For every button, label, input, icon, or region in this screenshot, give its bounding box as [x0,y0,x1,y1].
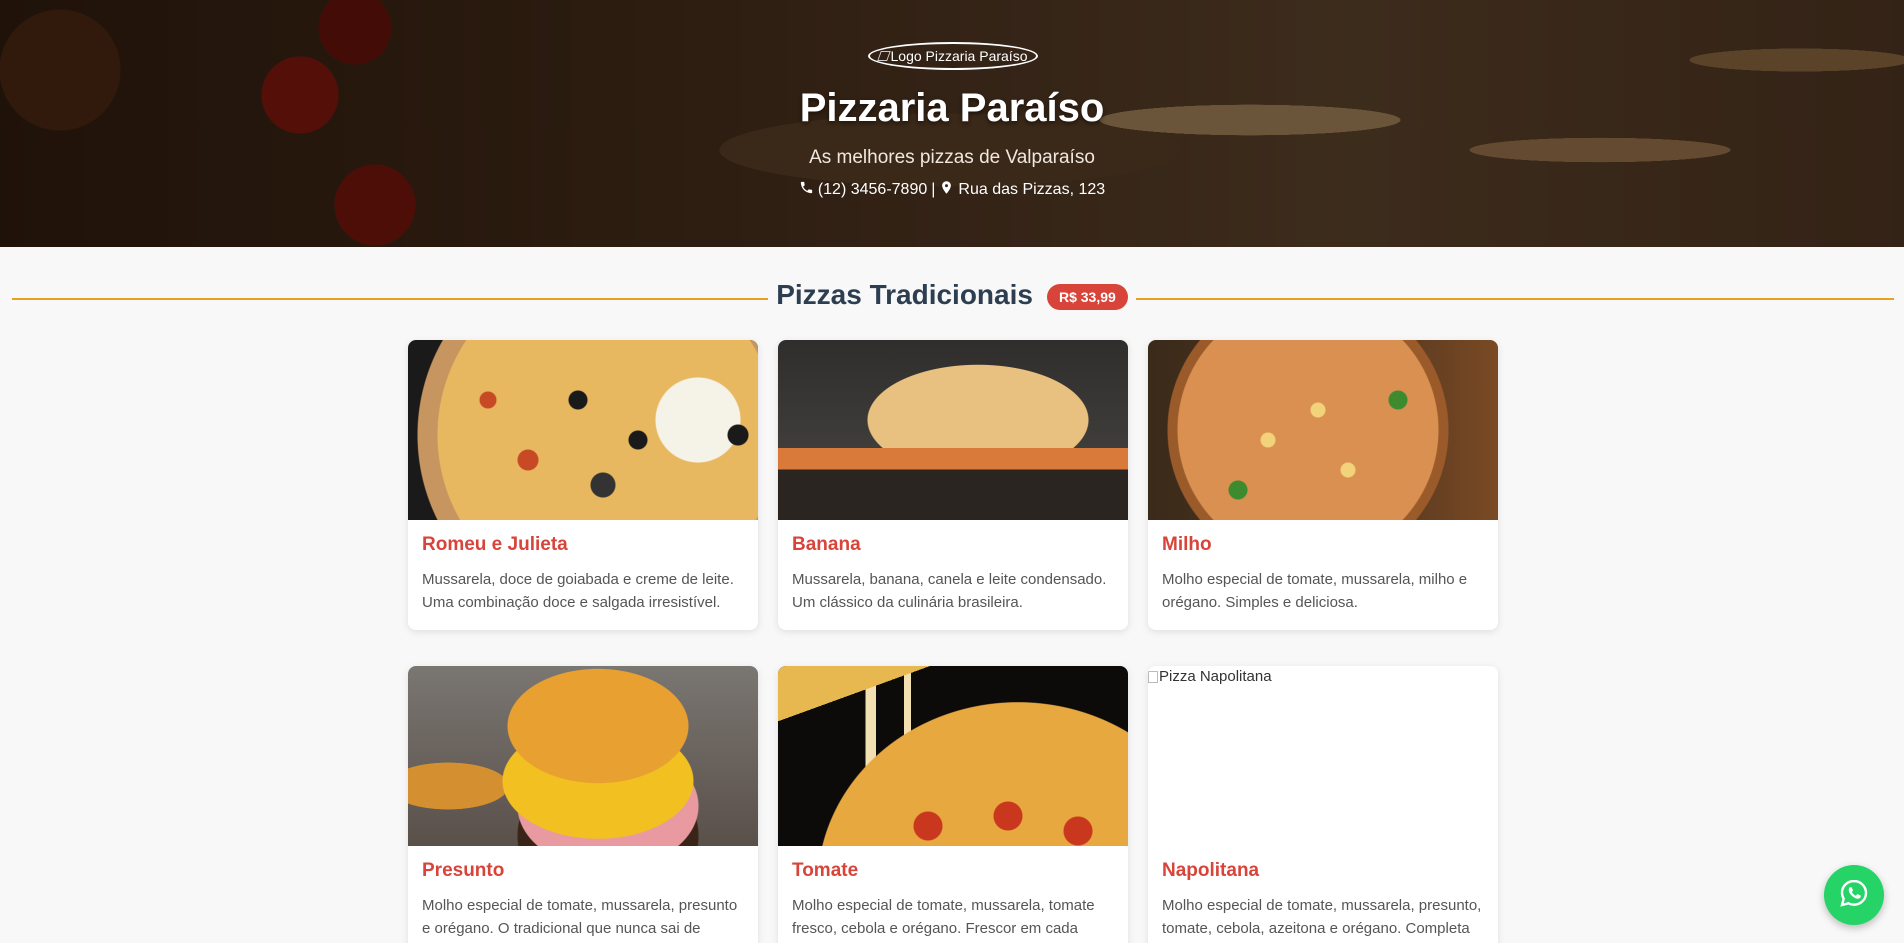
address: Rua das Pizzas, 123 [958,181,1106,198]
pizza-card[interactable]: Tomate Molho especial de tomate, mussare… [778,666,1128,943]
pizza-card[interactable]: Milho Molho especial de tomate, mussarel… [1148,340,1498,630]
hero-header: Logo Pizzaria Paraíso Pizzaria Paraíso A… [0,0,1904,247]
pizza-card[interactable]: Banana Mussarela, banana, canela e leite… [778,340,1128,630]
pizza-name: Romeu e Julieta [422,534,568,555]
logo-alt-text: Logo Pizzaria Paraíso [890,48,1028,64]
pizza-description: Molho especial de tomate, mussarela, pre… [422,897,738,937]
broken-image-alt: Pizza Napolitana [1148,668,1272,685]
pizza-image [778,666,1128,846]
pizza-image [778,340,1128,520]
pizza-name: Banana [792,534,861,555]
pizza-image: Pizza Napolitana [1148,666,1498,846]
pizza-name: Presunto [422,860,505,881]
price-badge: R$ 33,99 [1046,284,1128,310]
whatsapp-button[interactable] [1824,865,1884,925]
site-title: Pizzaria Paraíso [799,86,1105,130]
phone-number[interactable]: (12) 3456-7890 [818,181,927,199]
pizza-description: Molho especial de tomate, mussarela, tom… [792,897,1095,937]
contact-separator: | [931,181,936,198]
section-header: Pizzas Tradicionais R$ 33,99 [768,277,1136,313]
pizza-card[interactable]: Pizza Napolitana Napolitana Molho especi… [1148,666,1498,943]
pizza-card[interactable]: Romeu e Julieta Mussarela, doce de goiab… [408,340,758,630]
pizza-description: Mussarela, banana, canela e leite conden… [792,571,1107,611]
pizza-name: Milho [1162,534,1212,555]
section-title: Pizzas Tradicionais [776,279,1033,310]
pizza-card[interactable]: Presunto Molho especial de tomate, mussa… [408,666,758,943]
contact-info: (12) 3456-7890 | Rua das Pizzas, 123 [0,180,1904,200]
pizza-image [1148,340,1498,520]
phone-icon [799,180,814,200]
broken-image-icon [876,51,891,61]
map-marker-icon [939,180,954,200]
pizza-image [408,340,758,520]
site-subtitle: As melhores pizzas de Valparaíso [809,147,1095,168]
pizza-name: Napolitana [1162,860,1260,881]
pizza-description: Molho especial de tomate, mussarela, pre… [1162,897,1482,937]
pizza-name: Tomate [792,860,859,881]
whatsapp-icon [1838,877,1870,913]
logo: Logo Pizzaria Paraíso [868,42,1038,70]
pizza-description: Mussarela, doce de goiabada e creme de l… [422,571,734,611]
pizza-description: Molho especial de tomate, mussarela, mil… [1162,571,1468,611]
pizza-image [408,666,758,846]
broken-image-icon [1148,670,1158,683]
